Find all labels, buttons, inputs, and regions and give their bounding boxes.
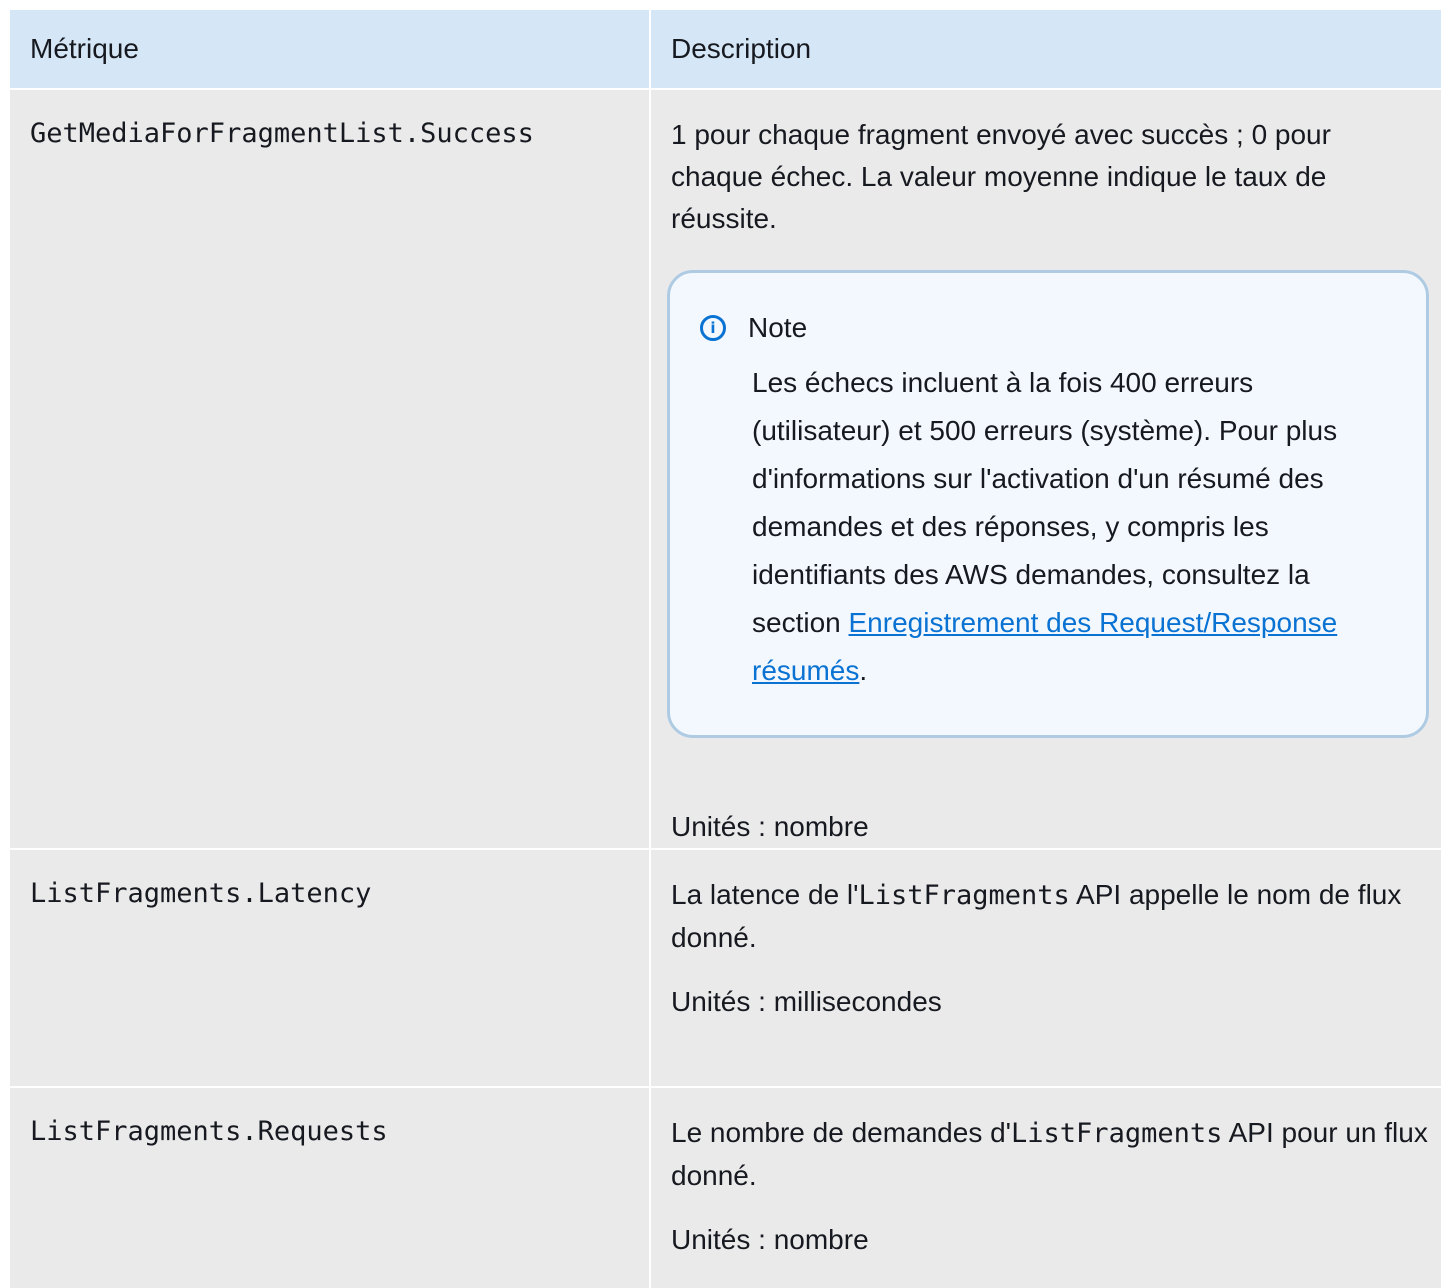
table-row: ListFragments.Latency La latence de l'Li… (10, 848, 1441, 1087)
metric-description-cell: Le nombre de demandes d'ListFragments AP… (650, 1086, 1441, 1288)
table-header-row: Métrique Description (10, 10, 1441, 89)
description-text: La latence de l' (671, 879, 859, 910)
note-text: Les échecs incluent à la fois 400 erreur… (752, 367, 1338, 638)
metric-description-cell: La latence de l'ListFragments API appell… (650, 848, 1441, 1087)
note-title: Note (748, 312, 808, 343)
metric-name: ListFragments.Requests (10, 1086, 651, 1288)
metric-units: Unités : millisecondes (671, 986, 942, 1017)
column-header-metric: Métrique (10, 10, 651, 89)
metric-units: Unités : nombre (671, 1224, 869, 1255)
table-row: ListFragments.Requests Le nombre de dema… (10, 1086, 1441, 1288)
note-body: Les échecs incluent à la fois 400 erreur… (752, 359, 1396, 695)
metric-name: ListFragments.Latency (10, 848, 651, 1087)
table-row: GetMediaForFragmentList.Success 1 pour c… (10, 88, 1441, 849)
api-name-code: ListFragments (1011, 1118, 1223, 1149)
note-callout: i Note Les échecs incluent à la fois 400… (667, 270, 1429, 738)
metric-description-cell: 1 pour chaque fragment envoyé avec succè… (650, 88, 1441, 849)
metric-name: GetMediaForFragmentList.Success (10, 88, 651, 849)
api-name-code: ListFragments (858, 880, 1070, 911)
metrics-table: Métrique Description GetMediaForFragment… (10, 10, 1441, 1288)
metric-description: La latence de l'ListFragments API appell… (671, 874, 1429, 959)
metric-description: Le nombre de demandes d'ListFragments AP… (671, 1112, 1429, 1197)
description-text: Le nombre de demandes d' (671, 1117, 1012, 1148)
note-text-end: . (859, 655, 868, 686)
column-header-description: Description (650, 10, 1441, 89)
metric-description: 1 pour chaque fragment envoyé avec succè… (671, 119, 1331, 234)
note-header: i Note (700, 307, 1396, 349)
info-circle-icon: i (700, 315, 726, 341)
metric-units: Unités : nombre (671, 811, 869, 842)
